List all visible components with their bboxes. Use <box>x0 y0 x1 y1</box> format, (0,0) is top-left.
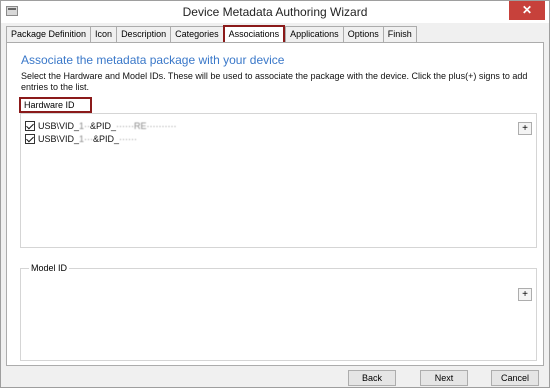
list-item: USB\VID_1···&PID_······ <box>25 133 137 145</box>
wizard-window: Device Metadata Authoring Wizard ✕ Packa… <box>0 0 550 388</box>
hardware-id-checkbox[interactable] <box>25 121 35 131</box>
hardware-id-obscured: 1··· <box>79 134 94 144</box>
hardware-id-pid: &PID_ <box>93 134 120 144</box>
hardware-id-prefix: USB\VID_ <box>38 121 80 131</box>
tab-package-definition[interactable]: Package Definition <box>6 26 91 42</box>
back-button[interactable]: Back <box>348 370 396 386</box>
tab-categories[interactable]: Categories <box>170 26 223 42</box>
tab-strip: Package Definition Icon Description Cate… <box>6 25 417 42</box>
list-item: USB\VID_1··&PID_······RE·········· <box>25 120 177 132</box>
hardware-id-text: USB\VID_1···&PID_······ <box>38 134 137 144</box>
close-button[interactable]: ✕ <box>509 1 545 20</box>
hardware-id-prefix: USB\VID_ <box>38 134 80 144</box>
tab-description[interactable]: Description <box>116 26 171 42</box>
hardware-id-obscured: ······RE·········· <box>116 121 177 131</box>
associations-panel: Associate the metadata package with your… <box>6 42 544 366</box>
tab-finish[interactable]: Finish <box>382 26 417 42</box>
next-button[interactable]: Next <box>420 370 468 386</box>
tab-applications[interactable]: Applications <box>285 26 343 42</box>
cancel-button[interactable]: Cancel <box>491 370 539 386</box>
add-hardware-id-button[interactable]: + <box>518 122 532 135</box>
tab-associations[interactable]: Associations <box>222 25 286 42</box>
hardware-id-pid: &PID_ <box>90 121 117 131</box>
tab-options[interactable]: Options <box>342 26 383 42</box>
hardware-id-text: USB\VID_1··&PID_······RE·········· <box>38 121 177 131</box>
add-model-id-button[interactable]: + <box>518 288 532 301</box>
tab-icon[interactable]: Icon <box>90 26 117 42</box>
model-id-group: Model ID + <box>20 263 537 361</box>
hardware-id-obscured: ······ <box>119 134 138 144</box>
hardware-id-checkbox[interactable] <box>25 134 35 144</box>
page-description: Select the Hardware and Model IDs. These… <box>21 71 528 92</box>
hardware-id-label: Hardware ID <box>19 97 92 113</box>
window-title: Device Metadata Authoring Wizard <box>182 5 368 19</box>
model-id-label: Model ID <box>29 263 70 273</box>
hardware-id-obscured: 1·· <box>79 121 91 131</box>
page-heading: Associate the metadata package with your… <box>21 53 285 67</box>
title-bar: Device Metadata Authoring Wizard ✕ <box>1 1 549 23</box>
hardware-id-list: USB\VID_1··&PID_······RE·········· USB\V… <box>20 113 537 248</box>
